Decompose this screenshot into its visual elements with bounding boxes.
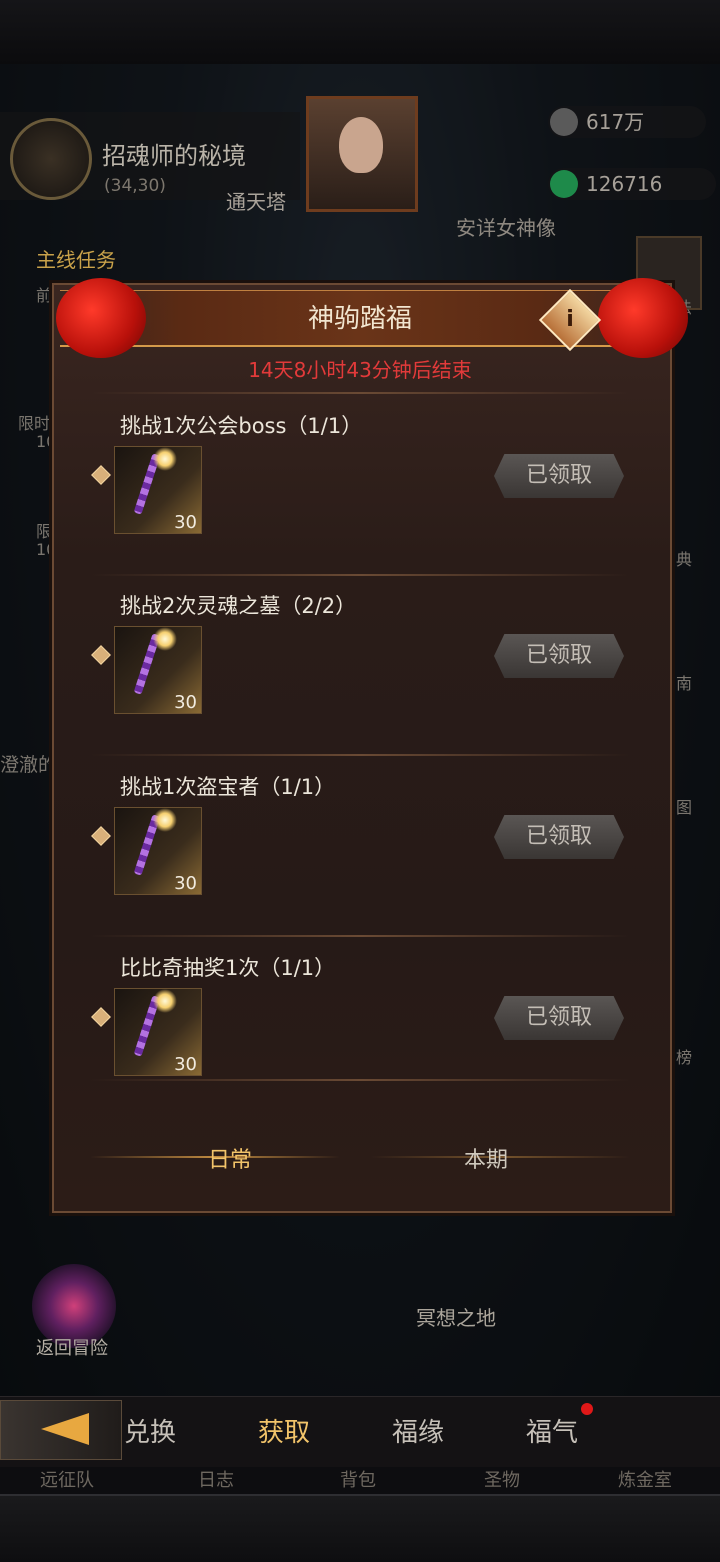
tab-period[interactable]: 本期	[464, 1142, 508, 1174]
side-fragment: 典	[676, 550, 693, 569]
reward-qty: 30	[174, 692, 197, 713]
gem-amount: 126716	[586, 172, 663, 196]
silver-resource: 617万	[548, 106, 706, 138]
claimed-button[interactable]: 已领取	[494, 454, 624, 498]
claimed-button[interactable]: 已领取	[494, 634, 624, 678]
main-quest-header[interactable]: 主线任务	[36, 244, 116, 273]
divider	[90, 754, 630, 756]
footer-frame	[0, 1494, 720, 1562]
notification-dot	[581, 1403, 593, 1415]
silver-amount: 617万	[586, 110, 645, 134]
claimed-button[interactable]: 已领取	[494, 815, 624, 859]
modal-tabs: 日常 本期	[90, 1136, 630, 1176]
diamond-icon	[91, 826, 111, 846]
tab-obtain[interactable]: 获取	[258, 1412, 310, 1449]
diamond-icon	[91, 1007, 111, 1027]
diamond-icon	[91, 465, 111, 485]
statue-label[interactable]: 安详女神像	[456, 212, 556, 241]
tab-daily[interactable]: 日常	[208, 1142, 252, 1174]
location-coords: (34,30)	[104, 176, 166, 196]
nav-journal[interactable]: 日志	[198, 1466, 234, 1492]
claimed-button[interactable]: 已领取	[494, 996, 624, 1040]
reward-item[interactable]: 30	[114, 807, 202, 895]
top-frame	[0, 0, 720, 66]
tab-exchange[interactable]: 兑换	[124, 1412, 176, 1449]
gem-icon	[550, 170, 578, 198]
sparkle-icon	[153, 447, 177, 471]
task-row: 挑战1次盗宝者（1/1） 30 已领取	[90, 771, 630, 933]
silver-icon	[550, 108, 578, 136]
reward-item[interactable]: 30	[114, 988, 202, 1076]
reward-item[interactable]: 30	[114, 446, 202, 534]
sparkle-icon	[153, 627, 177, 651]
tab-luck[interactable]: 福气	[526, 1412, 578, 1449]
sparkle-icon	[153, 808, 177, 832]
back-button[interactable]	[0, 1400, 122, 1460]
gem-resource: 126716	[548, 168, 716, 200]
side-fragment: 澄澈的	[0, 754, 58, 776]
task-title: 挑战2次灵魂之墓（2/2）	[120, 594, 357, 618]
reward-qty: 30	[174, 873, 197, 894]
return-adventure-label[interactable]: 返回冒险	[36, 1334, 108, 1360]
reward-item[interactable]: 30	[114, 626, 202, 714]
nav-bag[interactable]: 背包	[340, 1466, 376, 1492]
task-row: 挑战1次公会boss（1/1） 30 已领取	[90, 410, 630, 572]
task-title: 比比奇抽奖1次（1/1）	[120, 956, 336, 980]
task-title: 挑战1次公会boss（1/1）	[120, 414, 363, 438]
hero-portrait[interactable]	[306, 96, 418, 212]
event-countdown: 14天8小时43分钟后结束	[248, 358, 472, 382]
meditation-label[interactable]: 冥想之地	[416, 1302, 496, 1331]
location-emblem-icon[interactable]	[10, 118, 92, 200]
divider	[90, 392, 630, 394]
task-row: 挑战2次灵魂之墓（2/2） 30 已领取	[90, 590, 630, 752]
divider	[90, 574, 630, 576]
sparkle-icon	[153, 989, 177, 1013]
side-fragment: 限时	[18, 414, 51, 433]
divider	[90, 935, 630, 937]
back-arrow-icon	[41, 1413, 89, 1445]
modal-title: 神驹踏福	[307, 304, 412, 334]
reward-qty: 30	[174, 512, 197, 533]
nav-relic[interactable]: 圣物	[484, 1466, 520, 1492]
tab-fortune[interactable]: 福缘	[392, 1412, 444, 1449]
tower-label[interactable]: 通天塔	[226, 186, 286, 215]
diamond-icon	[91, 645, 111, 665]
side-fragment: 榜	[676, 1048, 693, 1067]
nav-alchemy[interactable]: 炼金室	[618, 1466, 672, 1492]
divider	[90, 1079, 630, 1081]
side-fragment: 限	[36, 522, 53, 541]
side-fragment: 图	[676, 798, 693, 817]
reward-qty: 30	[174, 1054, 197, 1075]
side-fragment: 南	[676, 674, 693, 693]
location-name: 招魂师的秘境	[102, 142, 246, 170]
nav-expedition[interactable]: 远征队	[40, 1466, 94, 1492]
task-title: 挑战1次盗宝者（1/1）	[120, 775, 336, 799]
task-row: 比比奇抽奖1次（1/1） 30 已领取	[90, 952, 630, 1114]
